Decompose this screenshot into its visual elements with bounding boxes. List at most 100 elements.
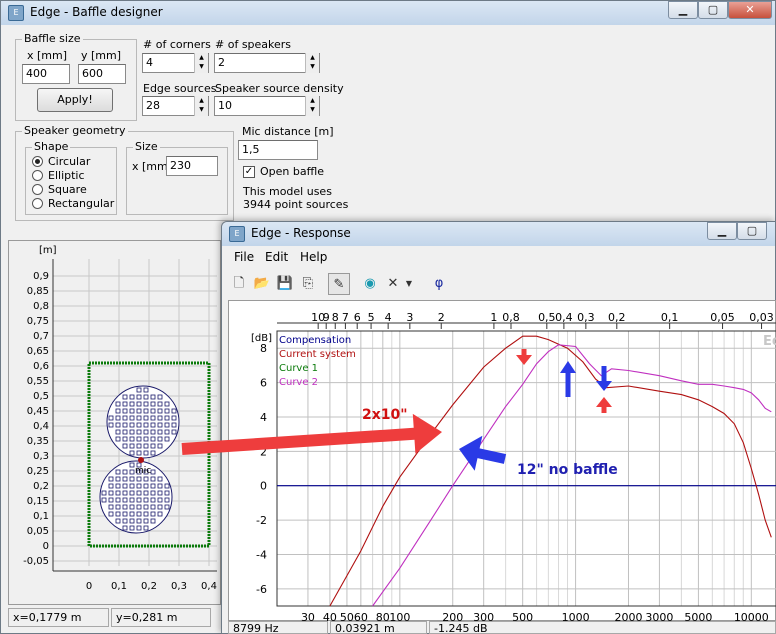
legend-item: Curve 2 [279, 377, 318, 388]
status-x: x=0,1779 m [8, 608, 109, 627]
corners-label: # of corners [143, 38, 211, 51]
source-density-spinner[interactable]: 10 ▲ ▼ [214, 96, 320, 116]
y-tick-label: 6 [260, 377, 267, 390]
delete-icon[interactable]: ✕ [382, 273, 404, 295]
phase-icon[interactable]: φ [428, 273, 450, 295]
baffle-y-tick: 0,05 [27, 526, 49, 537]
shape-square-label[interactable]: Square [48, 183, 87, 196]
baffle-y-tick: 0,15 [27, 496, 49, 507]
top-tick-label: 0,4 [555, 311, 573, 324]
y-tick-label: 8 [260, 342, 267, 355]
baffle-y-tick: 0,5 [33, 391, 49, 402]
legend-item: Current system [279, 349, 356, 360]
edge-sources-label: Edge sources [143, 82, 217, 95]
speakers-spinner[interactable]: 2 ▲ ▼ [214, 53, 320, 73]
baffle-x-tick: 0,4 [201, 581, 217, 592]
shape-circular-label[interactable]: Circular [48, 155, 90, 168]
y-tick-label: -6 [256, 583, 267, 596]
close-button[interactable]: ✕ [728, 1, 772, 19]
response-window-title: Edge - Response [251, 226, 351, 240]
baffle-y-tick: 0,35 [27, 436, 49, 447]
top-tick-label: 0,5 [538, 311, 556, 324]
size-x-input[interactable]: 230 [166, 156, 218, 176]
corners-spin-buttons[interactable]: ▲ ▼ [194, 53, 208, 73]
speaker-outline [106, 385, 180, 459]
response-chart-area[interactable]: 10 9 8 7 6 5 4 3 2 1 0,8 0,5 0,4 0,3 0,2 0,1 0,05 0,03 [dB… [228, 300, 776, 622]
top-tick-label: 0,8 [502, 311, 520, 324]
apply-button[interactable]: Apply! [37, 88, 113, 112]
corners-value: 4 [146, 56, 153, 69]
edge-sources-value: 28 [146, 99, 160, 112]
top-tick-label: 0,03 [749, 311, 774, 324]
mic-distance-input[interactable]: 1,5 [238, 140, 318, 160]
y-tick-label: 4 [260, 411, 267, 424]
response-minimize-button[interactable]: ▁ [707, 222, 737, 240]
baffle-x-tick: 0,2 [141, 581, 157, 592]
speaker-upper [106, 385, 180, 459]
open-icon[interactable]: 📂 [251, 273, 273, 295]
open-baffle-checkbox[interactable]: ✓ [243, 166, 255, 178]
baffle-y-tick: 0,85 [27, 286, 49, 297]
shape-circular-radio[interactable] [32, 156, 43, 167]
shape-square-radio[interactable] [32, 184, 43, 195]
shape-rectangular-label[interactable]: Rectangular [48, 197, 114, 210]
top-tick-label: 0,1 [661, 311, 679, 324]
speakers-spin-buttons[interactable]: ▲ ▼ [305, 53, 319, 73]
arrow-blue-peak [560, 361, 576, 397]
dropdown-icon[interactable]: ▼ [402, 273, 416, 295]
y-mm-label: y [mm] [81, 49, 122, 62]
menu-file[interactable]: File [234, 250, 254, 264]
response-titlebar[interactable]: E Edge - Response ▁ ▢ [222, 222, 775, 246]
response-chart-svg[interactable]: 109 8 7 6 5 4 3 2 1 0,8 0,5 0,4 0,3 0,2 0,1 0,05 0,03[dB… [229, 301, 776, 622]
top-tick-label: 0,2 [608, 311, 626, 324]
chart-watermark: Edge [763, 334, 776, 349]
pen-icon[interactable]: ✎ [328, 273, 350, 295]
copy-icon[interactable]: ⎘ [297, 273, 319, 295]
edge-sources-spin-buttons[interactable]: ▲ ▼ [194, 96, 208, 116]
new-icon[interactable]: 🗋 [228, 273, 250, 295]
legend-item: Curve 1 [279, 363, 318, 374]
source-density-label: Speaker source density [215, 82, 344, 95]
shape-rectangular-radio[interactable] [32, 198, 43, 209]
app-icon: E [8, 5, 24, 21]
menu-edit[interactable]: Edit [265, 250, 288, 264]
legend-item: Compensation [279, 335, 351, 346]
speakers-value: 2 [218, 56, 225, 69]
edge-sources-spinner[interactable]: 28 ▲ ▼ [142, 96, 209, 116]
baffle-y-tick: 0,2 [33, 481, 49, 492]
response-maximize-button[interactable]: ▢ [737, 222, 767, 240]
response-app-icon: E [229, 226, 245, 242]
corners-spinner[interactable]: 4 ▲ ▼ [142, 53, 209, 73]
source-density-value: 10 [218, 99, 232, 112]
baffle-x-input[interactable]: 400 [22, 64, 70, 84]
baffle-plot-area[interactable]: [m] 0,9 0,85 0,8 0,75 0,7 0,65 0,6 0,55 0,5 0,45 0… [8, 240, 221, 605]
baffle-y-tick: 0,75 [27, 316, 49, 327]
open-baffle-label[interactable]: Open baffle [260, 165, 324, 178]
baffle-plot-unit: [m] [39, 245, 57, 256]
top-tick-label: 6 [354, 311, 361, 324]
baffle-y-tick: 0 [43, 541, 49, 552]
shape-elliptic-label[interactable]: Elliptic [48, 169, 85, 182]
baffle-y-tick: -0,05 [23, 556, 49, 567]
speaker-icon[interactable]: ◉ [359, 273, 381, 295]
minimize-button[interactable]: ▁ [668, 1, 698, 19]
baffle-x-tick: 0,1 [111, 581, 127, 592]
save-icon[interactable]: 💾 [274, 273, 296, 295]
status-frequency: 8799 Hz [228, 621, 328, 634]
baffle-y-tick: 0,8 [33, 301, 49, 312]
baffle-y-input[interactable]: 600 [78, 64, 126, 84]
status-distance: 0.03921 m [330, 621, 427, 634]
baffle-y-tick: 0,55 [27, 376, 49, 387]
arrow-red-peak [516, 349, 532, 365]
baffle-titlebar[interactable]: E Edge - Baffle designer ▁ ▢ ✕ [1, 1, 775, 25]
baffle-plot-svg[interactable]: [m] 0,9 0,85 0,8 0,75 0,7 0,65 0,6 0,55 0,5 0,45 0… [9, 241, 220, 604]
source-density-spin-buttons[interactable]: ▲ ▼ [305, 96, 319, 116]
shape-elliptic-radio[interactable] [32, 170, 43, 181]
maximize-button[interactable]: ▢ [698, 1, 728, 19]
menu-help[interactable]: Help [300, 250, 327, 264]
speakers-label: # of speakers [215, 38, 292, 51]
top-tick-label: 7 [342, 311, 349, 324]
top-tick-label: 0,05 [710, 311, 735, 324]
baffle-y-tick: 0,6 [33, 361, 49, 372]
size-title: Size [133, 140, 160, 153]
